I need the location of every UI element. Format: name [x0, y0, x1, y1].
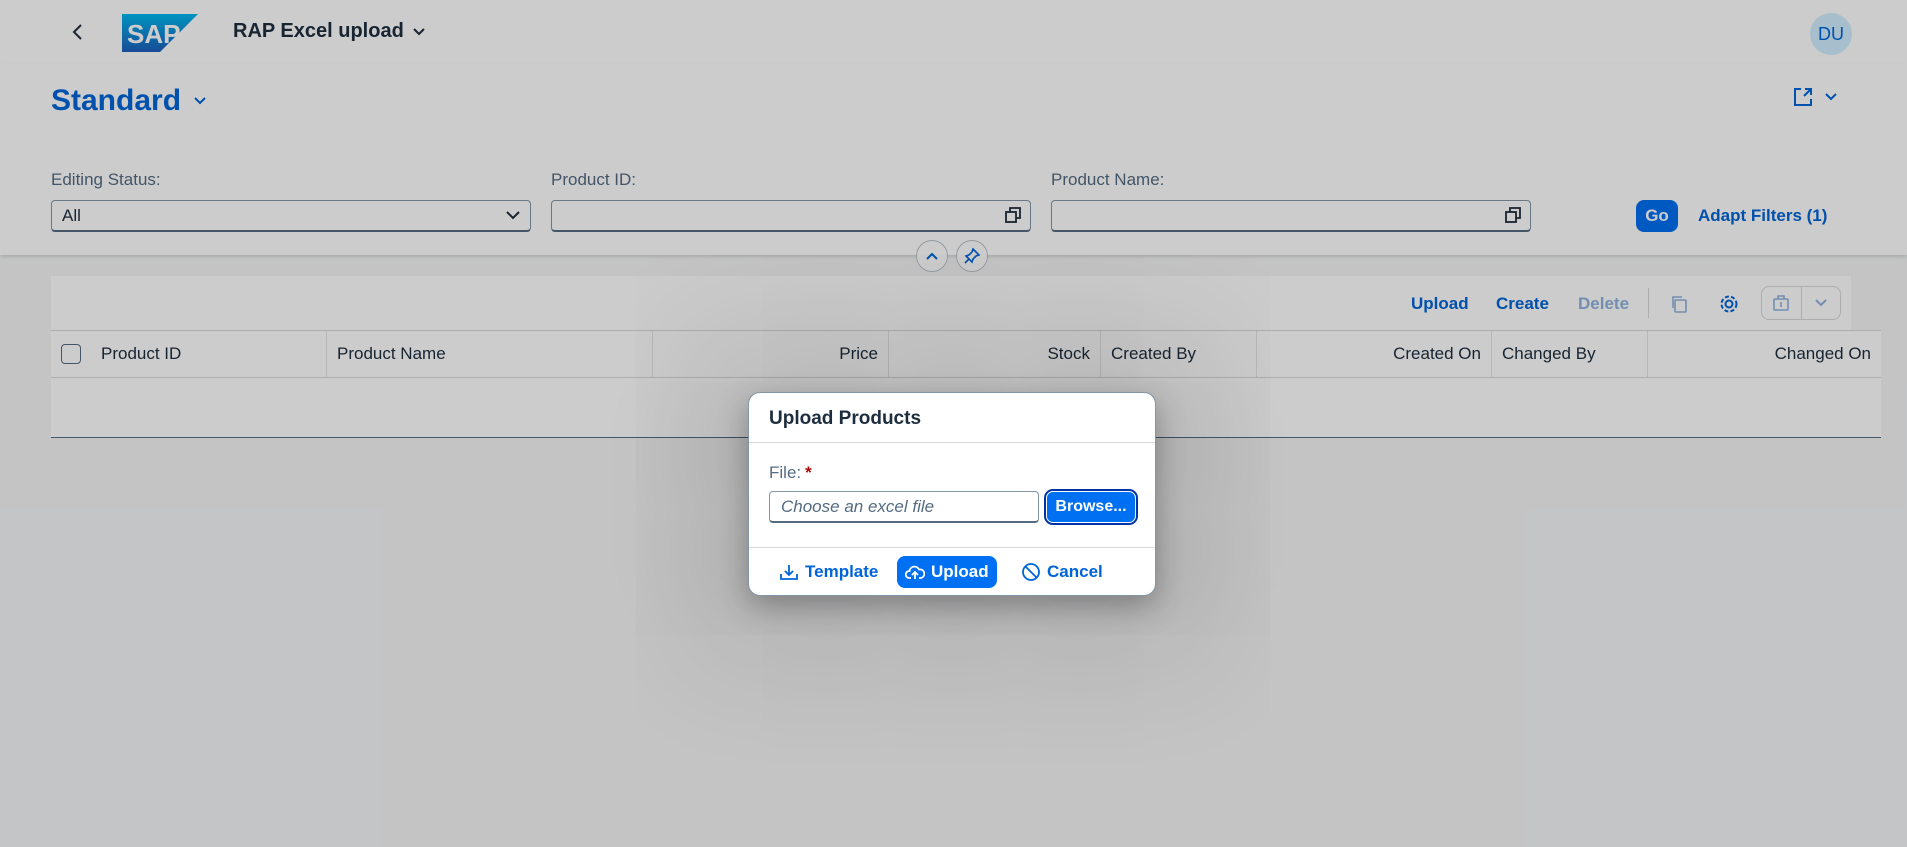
dialog-header-divider [749, 442, 1155, 443]
required-marker: * [805, 463, 812, 482]
dialog-title: Upload Products [769, 408, 922, 429]
file-input-placeholder: Choose an excel file [781, 496, 935, 516]
file-input[interactable]: Choose an excel file [769, 491, 1039, 523]
upload-products-dialog: Upload Products File: * Choose an excel f… [748, 392, 1156, 596]
template-button-label: Template [805, 562, 879, 581]
browse-button[interactable]: Browse... [1044, 489, 1138, 525]
cloud-download-icon [780, 565, 798, 580]
cloud-upload-icon [905, 565, 925, 579]
upload-dialog-button[interactable]: Upload [897, 556, 997, 588]
upload-dialog-button-label: Upload [931, 562, 989, 581]
cancel-button[interactable]: Cancel [1013, 556, 1111, 588]
file-label-text: File: [769, 463, 802, 482]
file-label: File: * [769, 463, 812, 483]
cancel-button-label: Cancel [1047, 562, 1103, 581]
template-button[interactable]: Template [771, 556, 886, 588]
cancel-icon [1022, 563, 1040, 581]
dialog-footer-divider [749, 547, 1155, 548]
